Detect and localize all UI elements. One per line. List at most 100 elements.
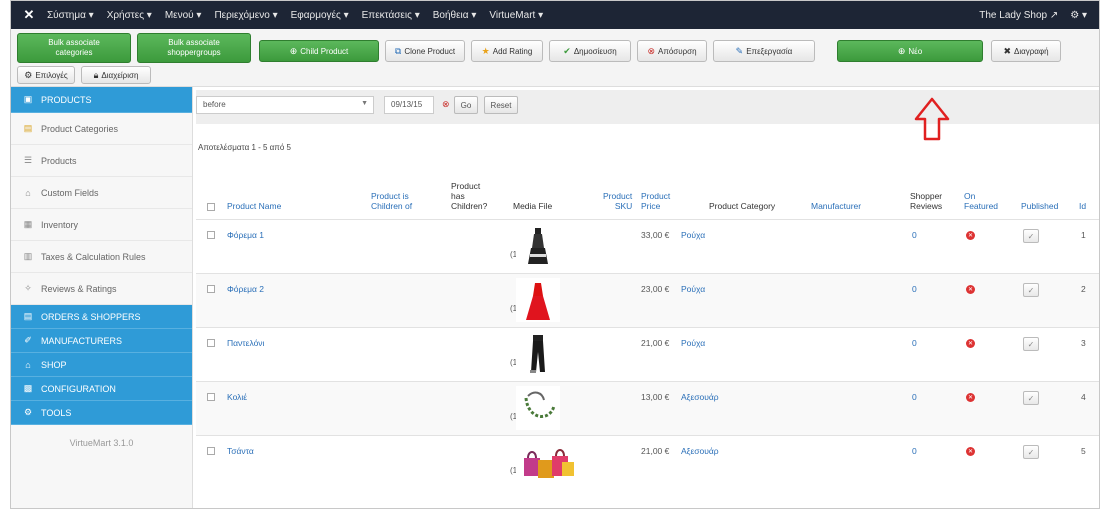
header-price[interactable]: Product Price [641, 191, 670, 211]
settings-gear-icon[interactable]: ⚙ ▾ [1070, 10, 1087, 21]
reviews-count[interactable]: 0 [912, 338, 917, 348]
reviews-count[interactable]: 0 [912, 284, 917, 294]
reviews-count[interactable]: 0 [912, 230, 917, 240]
sidebar-item-tools[interactable]: ⚙ TOOLS [11, 401, 192, 425]
header-featured[interactable]: On Featured [964, 191, 998, 211]
sidebar-item-products[interactable]: ▣ PRODUCTS [11, 87, 192, 113]
date-filter-select[interactable]: before ▼ [196, 96, 374, 114]
clear-date-icon[interactable]: ⊗ [442, 99, 450, 110]
product-name-link[interactable]: Τσάντα [227, 446, 254, 456]
header-sku[interactable]: Product SKU [603, 191, 632, 211]
sidebar-item-manufacturers[interactable]: ✐ MANUFACTURERS [11, 329, 192, 353]
sidebar-item-label: PRODUCTS [41, 94, 92, 105]
necklace-thumbnail[interactable] [516, 386, 560, 430]
go-button[interactable]: Go [454, 96, 478, 114]
menu-content[interactable]: Περιεχόμενο ▾ [214, 10, 277, 21]
published-toggle[interactable]: ✓ [1023, 229, 1039, 243]
not-featured-icon[interactable]: ✕ [966, 231, 975, 240]
menu-extensions[interactable]: Επεκτάσεις ▾ [362, 10, 420, 21]
sidebar-item-configuration[interactable]: ▩ CONFIGURATION [11, 377, 192, 401]
not-featured-icon[interactable]: ✕ [966, 447, 975, 456]
header-has-children-line1: Product [451, 181, 481, 191]
bulk-categories-label-1: Bulk associate [48, 38, 100, 47]
edit-button[interactable]: ✎ Επεξεργασία [713, 40, 815, 62]
menu-system[interactable]: Σύστημα ▾ [47, 10, 94, 21]
row-checkbox[interactable] [207, 285, 215, 293]
child-product-button[interactable]: ⊕ Child Product [259, 40, 379, 62]
help-button[interactable]: 🔒︎ Διαχείριση [81, 66, 151, 84]
product-name-link[interactable]: Κολιέ [227, 392, 247, 402]
product-name-link[interactable]: Φόρεμα 2 [227, 284, 264, 294]
sidebar-item-product-categories[interactable]: ▤ Product Categories [11, 113, 192, 145]
published-toggle[interactable]: ✓ [1023, 337, 1039, 351]
menu-virtuemart[interactable]: VirtueMart ▾ [489, 10, 543, 21]
product-category-link[interactable]: Ρούχα [681, 338, 705, 348]
sidebar-item-label: Product Categories [41, 123, 119, 134]
reviews-count[interactable]: 0 [912, 446, 917, 456]
reviews-count[interactable]: 0 [912, 392, 917, 402]
row-checkbox[interactable] [207, 447, 215, 455]
cancel-circle-icon: ⊗ [647, 45, 655, 56]
clone-product-button[interactable]: ⧉ Clone Product [385, 40, 465, 62]
joomla-logo-icon[interactable]: ✕ [17, 7, 41, 23]
sidebar-item-products-list[interactable]: ☰ Products [11, 145, 192, 177]
row-checkbox[interactable] [207, 393, 215, 401]
select-all-checkbox[interactable] [207, 203, 215, 211]
dress-red-thumbnail[interactable] [516, 278, 560, 322]
sidebar-item-orders-shoppers[interactable]: ▤ ORDERS & SHOPPERS [11, 305, 192, 329]
published-toggle[interactable]: ✓ [1023, 283, 1039, 297]
delete-button[interactable]: ✖ Διαγραφή [991, 40, 1061, 62]
site-link[interactable]: The Lady Shop ↗ [979, 10, 1058, 21]
header-children-of[interactable]: Product is Children of [371, 191, 412, 211]
bulk-associate-shoppergroups-button[interactable]: Bulk associate shoppergroups [137, 33, 251, 63]
published-toggle[interactable]: ✓ [1023, 391, 1039, 405]
header-product-name[interactable]: Product Name [227, 201, 281, 211]
product-category-link[interactable]: Ρούχα [681, 284, 705, 294]
header-manufacturer[interactable]: Manufacturer [811, 201, 861, 211]
row-checkbox[interactable] [207, 339, 215, 347]
sidebar-item-shop[interactable]: ⌂ SHOP [11, 353, 192, 377]
sidebar-item-reviews[interactable]: ✧ Reviews & Ratings [11, 273, 192, 305]
main-menu: Σύστημα ▾ Χρήστες ▾ Μενού ▾ Περιεχόμενο … [47, 10, 556, 21]
sidebar-item-taxes[interactable]: ▥ Taxes & Calculation Rules [11, 241, 192, 273]
sidebar-item-inventory[interactable]: ▦ Inventory [11, 209, 192, 241]
not-featured-icon[interactable]: ✕ [966, 393, 975, 402]
pants-thumbnail[interactable] [516, 332, 560, 376]
add-rating-button[interactable]: ★ Add Rating [471, 40, 543, 62]
unpublish-button[interactable]: ⊗ Απόσυρση [637, 40, 707, 62]
menu-users[interactable]: Χρήστες ▾ [107, 10, 152, 21]
publish-button[interactable]: ✔ Δημοσίευση [549, 40, 631, 62]
not-featured-icon[interactable]: ✕ [966, 285, 975, 294]
menu-components[interactable]: Εφαρμογές ▾ [291, 10, 349, 21]
star-icon: ★ [481, 45, 490, 56]
bulk-shoppergroups-label-2: shoppergroups [167, 48, 221, 57]
config-icon: ▩ [23, 383, 33, 393]
product-name-link[interactable]: Παντελόνι [227, 338, 264, 348]
menu-help[interactable]: Βοήθεια ▾ [433, 10, 477, 21]
reset-button[interactable]: Reset [484, 96, 518, 114]
dress-black-thumbnail[interactable] [516, 224, 560, 268]
header-published[interactable]: Published [1021, 201, 1058, 211]
product-category-link[interactable]: Αξεσουάρ [681, 392, 719, 402]
product-name-link[interactable]: Φόρεμα 1 [227, 230, 264, 240]
product-price: 21,00 € [641, 446, 670, 456]
published-toggle[interactable]: ✓ [1023, 445, 1039, 459]
new-button[interactable]: ⊕ Νέο [837, 40, 983, 62]
version-label: VirtueMart 3.1.0 [69, 438, 134, 448]
products-table: Product Name Product is Children of Prod… [196, 162, 1099, 489]
product-category-link[interactable]: Ρούχα [681, 230, 705, 240]
sidebar-item-custom-fields[interactable]: ⌂ Custom Fields [11, 177, 192, 209]
product-category-link[interactable]: Αξεσουάρ [681, 446, 719, 456]
date-input[interactable]: 09/13/15 [384, 96, 434, 114]
sidebar-item-label: Taxes & Calculation Rules [41, 251, 146, 262]
header-id[interactable]: Id [1079, 201, 1086, 211]
not-featured-icon[interactable]: ✕ [966, 339, 975, 348]
menu-menus[interactable]: Μενού ▾ [165, 10, 202, 21]
row-checkbox[interactable] [207, 231, 215, 239]
bags-thumbnail[interactable] [516, 440, 580, 484]
header-reviews: Shopper Reviews [910, 191, 942, 211]
bulk-associate-categories-button[interactable]: Bulk associate categories [17, 33, 131, 63]
options-button[interactable]: ⚙ Επιλογές [17, 66, 75, 84]
product-price: 33,00 € [641, 230, 670, 240]
sidebar-item-label: SHOP [41, 359, 67, 370]
